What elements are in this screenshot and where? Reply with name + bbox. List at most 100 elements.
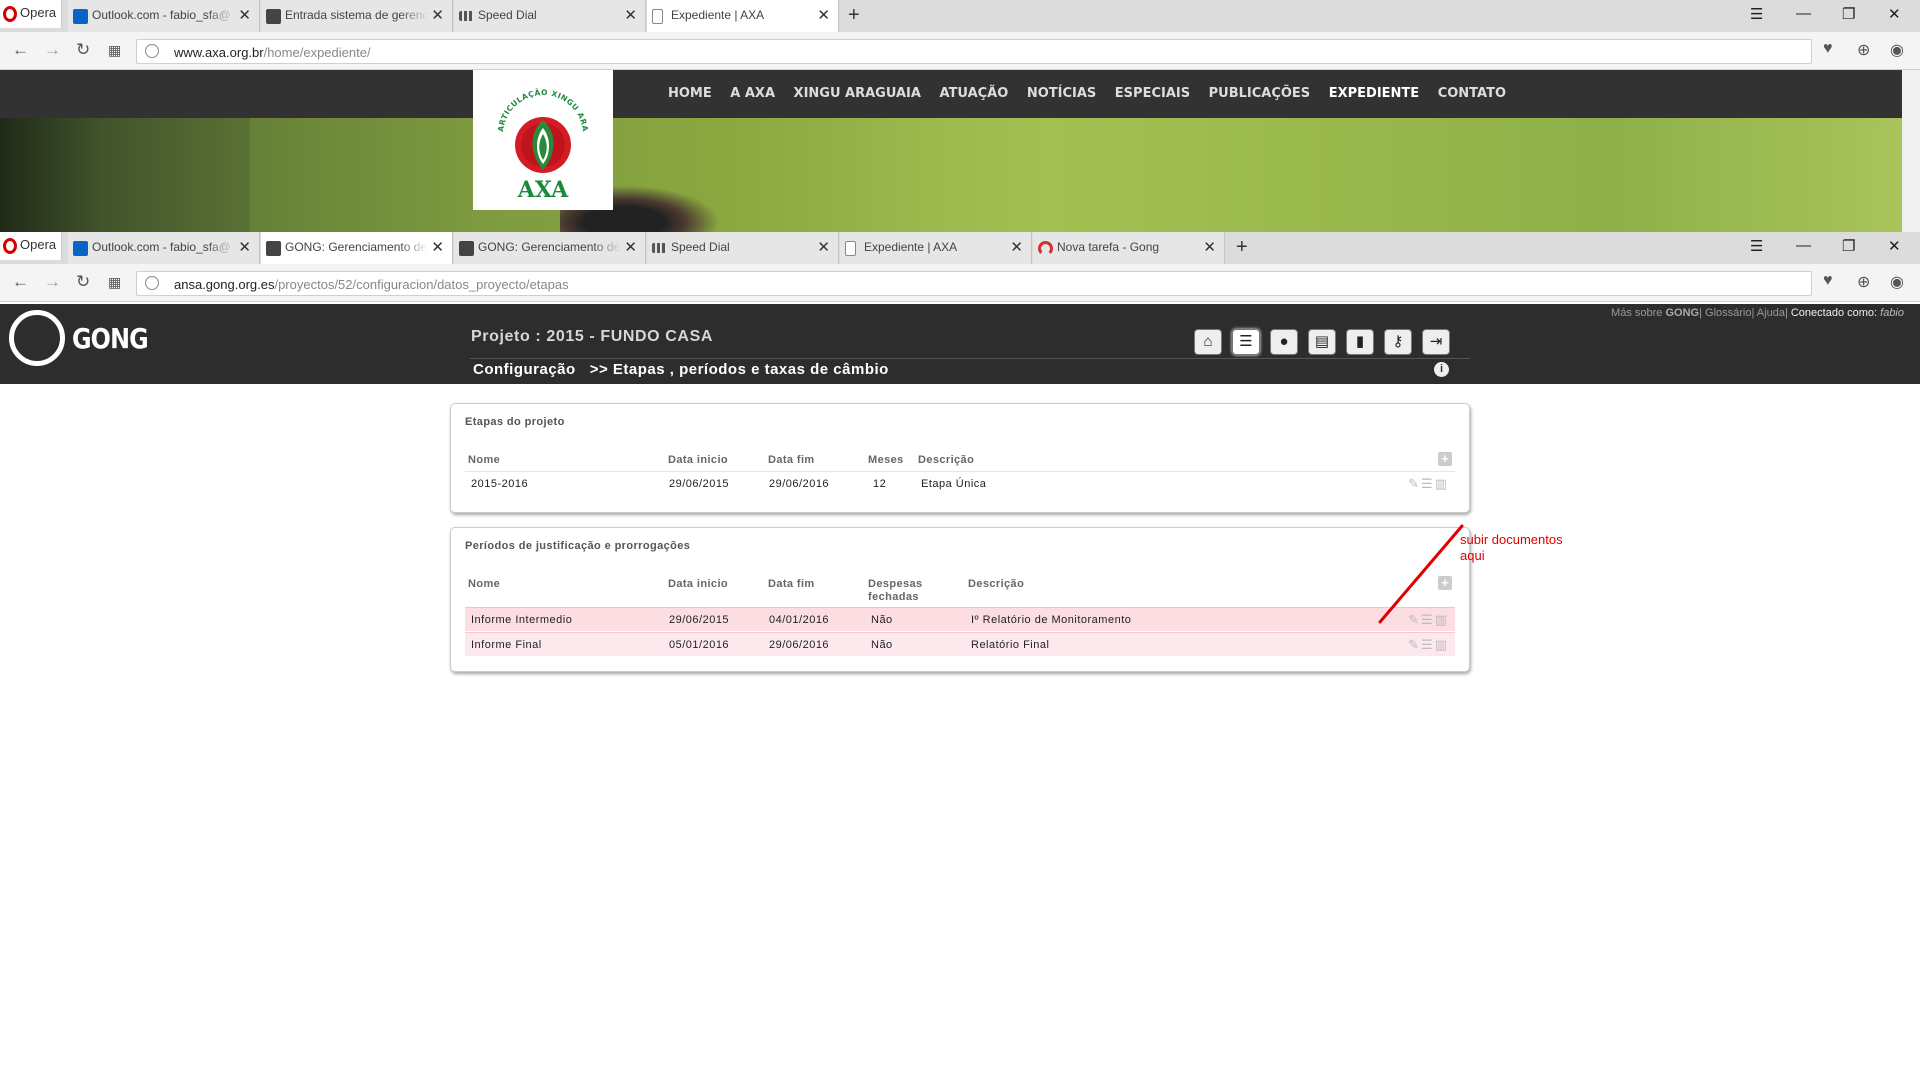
exit-icon[interactable]: ⇥	[1422, 329, 1450, 355]
close-icon[interactable]: ✕	[817, 238, 830, 256]
tab-outlook[interactable]: Outlook.com - fabio_sfa@ ✕	[68, 232, 260, 264]
forward-icon[interactable]: →	[44, 272, 61, 292]
gong-logo-circle-icon[interactable]	[9, 310, 65, 366]
link-glossario[interactable]: Glossário	[1705, 307, 1751, 319]
tab-menu-icon[interactable]: ☰	[1750, 5, 1763, 23]
edit-pencil-icon[interactable]: ✎	[1408, 476, 1421, 491]
close-icon[interactable]: ✕	[1010, 238, 1023, 256]
tab-gong[interactable]: GONG: Gerenciamento de ✕	[454, 232, 646, 264]
link-mas-sobre[interactable]: Más sobre	[1611, 307, 1662, 319]
axa-banner-image	[0, 118, 1902, 232]
axa-menu-expediente[interactable]: EXPEDIENTE	[1329, 86, 1419, 101]
col-nome: Nome	[468, 578, 501, 590]
info-icon[interactable]: i	[1434, 362, 1449, 377]
tab-entrada[interactable]: Entrada sistema de gerenc ✕	[261, 0, 453, 32]
opera-menu-button[interactable]: Opera	[0, 232, 62, 260]
download-icon[interactable]: ⊕	[1857, 40, 1870, 60]
tab-outlook[interactable]: Outlook.com - fabio_sfa@ ✕	[68, 0, 260, 32]
tab-speed-dial[interactable]: Speed Dial ✕	[647, 232, 839, 264]
forward-icon[interactable]: →	[44, 40, 61, 60]
axa-menu-noticias[interactable]: NOTÍCIAS	[1027, 86, 1096, 101]
gong-logo-text[interactable]: GONG	[72, 322, 149, 355]
tab-label: Speed Dial	[478, 8, 537, 22]
col-descricao: Descrição	[968, 578, 1025, 590]
delete-trash-icon[interactable]: ▥	[1435, 476, 1449, 491]
axa-menu-atuacao[interactable]: ATUAÇÃO	[940, 86, 1009, 101]
close-icon[interactable]: ✕	[238, 6, 251, 24]
tab-expediente-axa[interactable]: Expediente | AXA ✕	[647, 0, 839, 32]
restore-icon[interactable]: ❐	[1842, 237, 1855, 255]
cell-fim: 29/06/2016	[769, 639, 830, 651]
opera-menu-button[interactable]: Opera	[0, 0, 62, 28]
opera-label: Opera	[20, 237, 57, 252]
link-brand[interactable]: GONG	[1665, 307, 1699, 319]
current-user[interactable]: fabio	[1880, 307, 1904, 319]
list-icon[interactable]: ☰	[1421, 637, 1435, 652]
link-ajuda[interactable]: Ajuda	[1757, 307, 1785, 319]
delete-trash-icon[interactable]: ▥	[1435, 637, 1449, 652]
breadcrumb: Configuração >> Etapas , períodos e taxa…	[473, 361, 889, 378]
address-bar: ← → ↻ ▦ www.axa.org.br/home/expediente/ …	[0, 32, 1920, 70]
close-icon[interactable]: ✕	[624, 6, 637, 24]
close-window-icon[interactable]: ✕	[1888, 237, 1901, 255]
speed-dial-grid-icon[interactable]: ▦	[108, 42, 121, 59]
bookmark-heart-icon[interactable]: ♥	[1823, 272, 1833, 290]
axa-scrollbar[interactable]	[1902, 70, 1920, 232]
tab-nova-tarefa[interactable]: Nova tarefa - Gong ✕	[1033, 232, 1225, 264]
home-icon[interactable]: ⌂	[1194, 329, 1222, 355]
table-row: Informe Intermedio 29/06/2015 04/01/2016…	[465, 607, 1455, 631]
back-icon[interactable]: ←	[12, 272, 29, 292]
back-icon[interactable]: ←	[12, 40, 29, 60]
site-info-icon[interactable]	[145, 276, 159, 290]
tab-speed-dial[interactable]: Speed Dial ✕	[454, 0, 646, 32]
account-icon[interactable]: ◉	[1890, 272, 1904, 292]
cell-meses: 12	[873, 478, 887, 490]
close-window-icon[interactable]: ✕	[1888, 5, 1901, 23]
periodos-title: Períodos de justificação e prorrogações	[465, 540, 691, 552]
close-icon[interactable]: ✕	[624, 238, 637, 256]
close-icon[interactable]: ✕	[817, 6, 830, 24]
tab-gong-active[interactable]: GONG: Gerenciamento de ✕	[261, 232, 453, 264]
edit-pencil-icon[interactable]: ✎	[1408, 637, 1421, 652]
close-icon[interactable]: ✕	[431, 6, 444, 24]
tab-expediente-axa[interactable]: Expediente | AXA ✕	[840, 232, 1032, 264]
address-bar-2: ← → ↻ ▦ ansa.gong.org.es/proyectos/52/co…	[0, 264, 1920, 302]
axa-menu-especiais[interactable]: ESPECIAIS	[1115, 86, 1190, 101]
new-tab-button[interactable]: +	[848, 4, 860, 27]
reload-icon[interactable]: ↻	[76, 40, 90, 60]
speed-dial-icon	[459, 11, 474, 21]
user-icon[interactable]: ●	[1270, 329, 1298, 355]
col-meses: Meses	[868, 454, 904, 466]
key-icon[interactable]: ⚷	[1384, 329, 1412, 355]
close-icon[interactable]: ✕	[1203, 238, 1216, 256]
folder-icon[interactable]: ▤	[1308, 329, 1336, 355]
reload-icon[interactable]: ↻	[76, 272, 90, 292]
account-icon[interactable]: ◉	[1890, 40, 1904, 60]
tab-menu-icon[interactable]: ☰	[1750, 237, 1763, 255]
list-icon[interactable]: ☰	[1421, 476, 1435, 491]
url-field[interactable]: www.axa.org.br/home/expediente/	[136, 39, 1812, 64]
add-etapa-button[interactable]: +	[1438, 452, 1452, 466]
axa-menu-xingu-araguaia[interactable]: XINGU ARAGUAIA	[794, 86, 921, 101]
close-icon[interactable]: ✕	[431, 238, 444, 256]
bookmark-heart-icon[interactable]: ♥	[1823, 40, 1833, 58]
new-tab-button[interactable]: +	[1236, 236, 1248, 259]
axa-menu-contato[interactable]: CONTATO	[1438, 86, 1506, 101]
site-info-icon[interactable]	[145, 44, 159, 58]
minimize-icon[interactable]: —	[1796, 237, 1811, 254]
cell-inicio: 05/01/2016	[669, 639, 730, 651]
close-icon[interactable]: ✕	[238, 238, 251, 256]
speed-dial-grid-icon[interactable]: ▦	[108, 274, 121, 291]
axa-logo[interactable]: ARTICULAÇÃO XINGU ARAGUAIA AXA	[470, 63, 613, 210]
loading-icon	[1038, 241, 1053, 256]
axa-menu-a-axa[interactable]: A AXA	[730, 86, 775, 101]
url-field[interactable]: ansa.gong.org.es/proyectos/52/configurac…	[136, 271, 1812, 296]
axa-menu-home[interactable]: HOME	[668, 86, 712, 101]
breadcrumb-section[interactable]: Configuração	[473, 361, 576, 378]
restore-icon[interactable]: ❐	[1842, 5, 1855, 23]
minimize-icon[interactable]: —	[1796, 5, 1811, 22]
download-icon[interactable]: ⊕	[1857, 272, 1870, 292]
chart-icon[interactable]: ▮	[1346, 329, 1374, 355]
axa-menu-publicacoes[interactable]: PUBLICAÇÕES	[1209, 86, 1311, 101]
database-icon[interactable]: ☰	[1232, 329, 1260, 355]
